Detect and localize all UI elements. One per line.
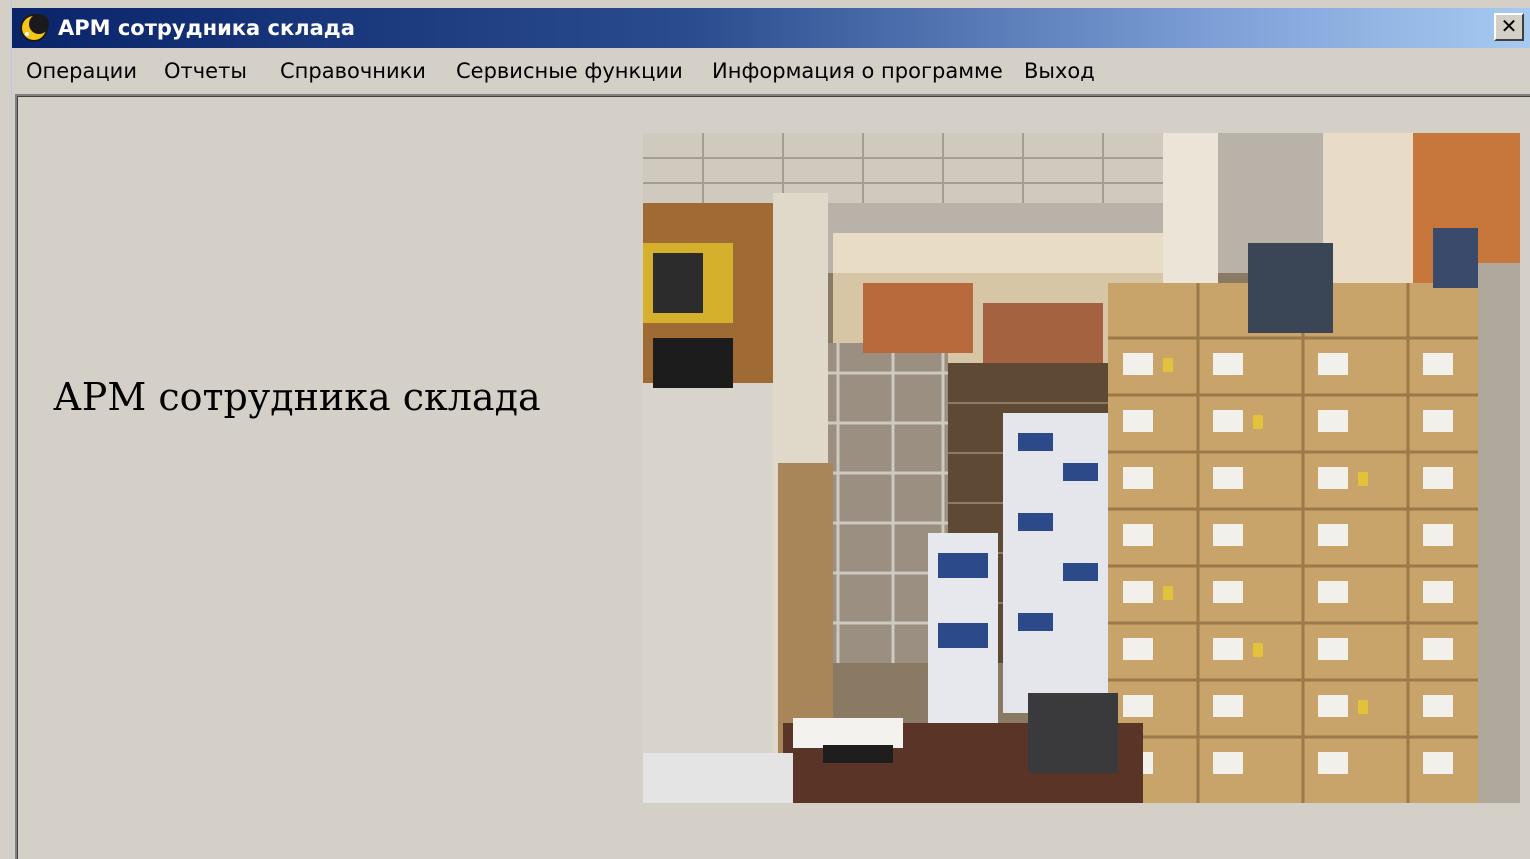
menu-bar: Операции Отчеты Справочники Сервисные фу… <box>12 50 1530 92</box>
close-button[interactable]: ✕ <box>1494 13 1524 41</box>
menu-item-about[interactable]: Информация о программе <box>712 58 1003 84</box>
close-icon: ✕ <box>1500 14 1518 38</box>
menu-item-exit[interactable]: Выход <box>1024 58 1095 84</box>
window-left-edge <box>0 0 12 859</box>
menu-item-directories[interactable]: Справочники <box>280 58 426 84</box>
title-bar[interactable]: АРМ сотрудника склада ✕ <box>12 8 1530 48</box>
app-window: АРМ сотрудника склада ✕ Операции Отчеты … <box>0 0 1530 859</box>
warehouse-photo <box>643 133 1520 803</box>
menu-item-operations[interactable]: Операции <box>26 58 137 84</box>
menu-item-service-functions[interactable]: Сервисные функции <box>456 58 683 84</box>
menu-item-reports[interactable]: Отчеты <box>164 58 247 84</box>
warehouse-image <box>643 133 1520 803</box>
window-title: АРМ сотрудника склада <box>58 16 355 40</box>
moon-app-icon <box>20 14 49 42</box>
page-title: АРМ сотрудника склада <box>53 375 541 419</box>
